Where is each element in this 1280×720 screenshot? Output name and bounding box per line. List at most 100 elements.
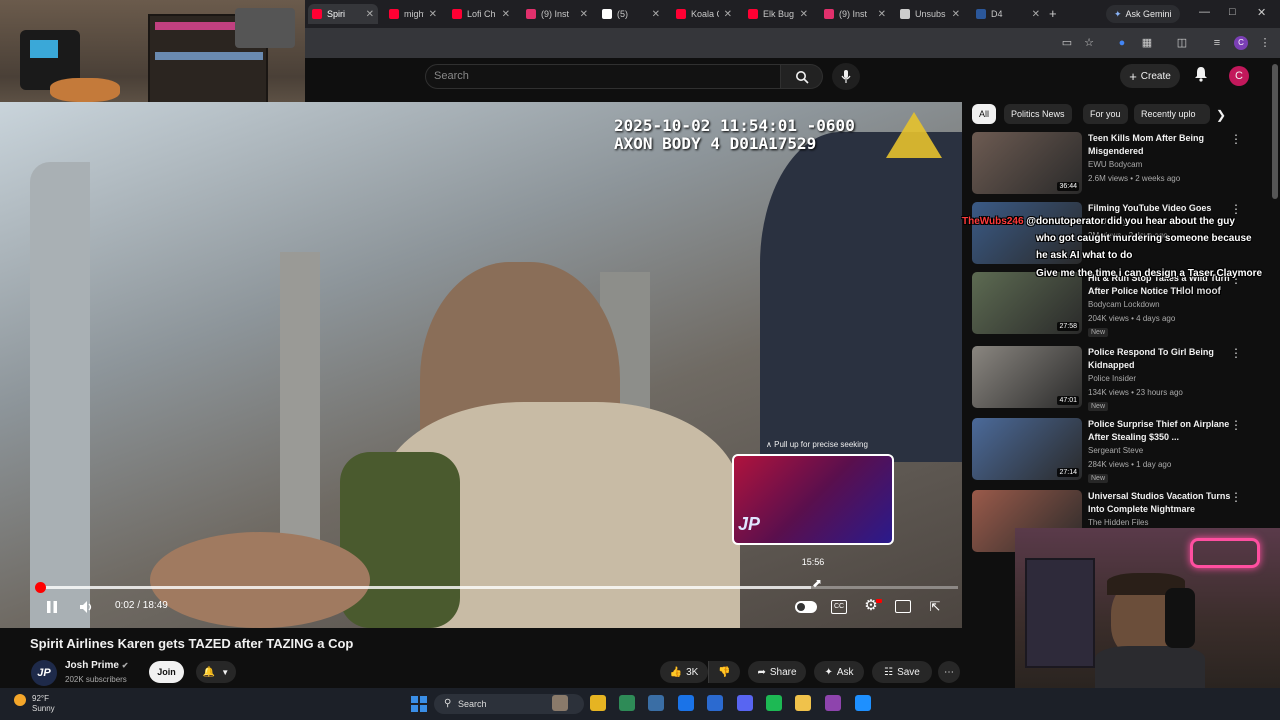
- tab-label: mighty: [404, 9, 424, 19]
- puzzle-icon[interactable]: ▦: [1140, 36, 1154, 50]
- create-button[interactable]: + Create: [1120, 64, 1180, 88]
- close-tab-icon[interactable]: ✕: [429, 9, 437, 20]
- minimize-icon[interactable]: —: [1199, 6, 1210, 18]
- close-tab-icon[interactable]: ✕: [800, 9, 808, 20]
- sidebar-icon[interactable]: ◫: [1175, 36, 1189, 50]
- browser-tab[interactable]: mighty ✕: [385, 4, 441, 24]
- recommendation-title[interactable]: Universal Studios Vacation Turns Into Co…: [1088, 490, 1238, 516]
- share-button[interactable]: ➦ Share: [748, 661, 806, 683]
- recommendation-channel[interactable]: The Hidden Files: [1088, 518, 1148, 527]
- more-actions-icon[interactable]: ⋯: [938, 661, 960, 683]
- new-tab-button[interactable]: +: [1049, 6, 1057, 21]
- close-tab-icon[interactable]: ✕: [366, 9, 374, 20]
- close-tab-icon[interactable]: ✕: [580, 9, 588, 20]
- browser-tab[interactable]: Unsubs ✕: [896, 4, 964, 24]
- recommendation-title[interactable]: Filming YouTube Video Goes: [1088, 202, 1238, 215]
- chip-politics-news[interactable]: Politics News: [1004, 104, 1072, 124]
- join-button[interactable]: Join: [149, 661, 184, 683]
- taskbar-app-icon[interactable]: [795, 695, 811, 711]
- menu-kebab-icon[interactable]: ⋮: [1258, 36, 1272, 50]
- extension-icon[interactable]: ●: [1115, 36, 1129, 50]
- browser-tab[interactable]: (9) Inst ✕: [820, 4, 890, 24]
- more-options-icon[interactable]: ⋮: [1230, 490, 1242, 504]
- progress-scrubber-handle[interactable]: [35, 582, 46, 593]
- recommendation-title[interactable]: Police Respond To Girl Being Kidnapped: [1088, 346, 1238, 372]
- close-window-icon[interactable]: ✕: [1257, 6, 1266, 19]
- recommendation-title[interactable]: Teen Kills Mom After Being Misgendered: [1088, 132, 1238, 158]
- close-tab-icon[interactable]: ✕: [878, 9, 886, 20]
- close-tab-icon[interactable]: ✕: [652, 9, 660, 20]
- close-tab-icon[interactable]: ✕: [1032, 9, 1040, 20]
- taskbar-app-icon[interactable]: [855, 695, 871, 711]
- bookmark-star-icon[interactable]: ☆: [1082, 36, 1096, 50]
- miniplayer-icon[interactable]: [895, 600, 911, 613]
- recommendation-channel[interactable]: EWU Bodycam: [1088, 160, 1142, 169]
- taskbar-app-icon[interactable]: [619, 695, 635, 711]
- recommendation-title[interactable]: Police Surprise Thief on Airplane After …: [1088, 418, 1238, 444]
- autoplay-toggle[interactable]: [795, 601, 817, 613]
- browser-tab[interactable]: Elk Bug ✕: [744, 4, 812, 24]
- taskbar-app-icon[interactable]: [707, 695, 723, 711]
- channel-name[interactable]: Josh Prime ✔: [65, 660, 128, 671]
- channel-avatar[interactable]: JP: [31, 660, 57, 686]
- recommendation-channel[interactable]: Police Insider: [1088, 374, 1136, 383]
- browser-tab[interactable]: (5) ✕: [598, 4, 664, 24]
- taskbar-app-icon[interactable]: [648, 695, 664, 711]
- chevron-right-icon[interactable]: ❯: [1216, 108, 1226, 122]
- maximize-icon[interactable]: □: [1229, 6, 1236, 18]
- recommendation-item[interactable]: 47:01 Police Respond To Girl Being Kidnap…: [970, 346, 1270, 412]
- like-button[interactable]: 👍 3K: [660, 661, 708, 683]
- chip-all[interactable]: All: [972, 104, 997, 124]
- subscription-bell-button[interactable]: 🔔 ▼: [196, 661, 236, 683]
- browser-tab[interactable]: D4 ✕: [972, 4, 1044, 24]
- taskbar-app-icon[interactable]: [825, 695, 841, 711]
- taskbar-app-icon[interactable]: [737, 695, 753, 711]
- search-button[interactable]: [781, 64, 823, 89]
- recommendation-item[interactable]: 27:14 Police Surprise Thief on Airplane A…: [970, 418, 1270, 484]
- recommendation-thumbnail[interactable]: 36:44: [972, 132, 1082, 194]
- more-options-icon[interactable]: ⋮: [1230, 346, 1242, 360]
- cast-icon[interactable]: ▭: [1060, 36, 1074, 50]
- page-scrollbar[interactable]: [1272, 64, 1278, 199]
- chip-for-you[interactable]: For you: [1083, 104, 1128, 124]
- more-options-icon[interactable]: ⋮: [1230, 132, 1242, 146]
- account-avatar[interactable]: C: [1229, 66, 1249, 86]
- ask-gemini-button[interactable]: ✦ Ask Gemini: [1106, 5, 1180, 23]
- close-tab-icon[interactable]: ✕: [502, 9, 510, 20]
- reading-list-icon[interactable]: ≡: [1210, 36, 1224, 50]
- close-tab-icon[interactable]: ✕: [952, 9, 960, 20]
- browser-tab[interactable]: (9) Inst ✕: [522, 4, 592, 24]
- search-input[interactable]: Search: [425, 64, 781, 89]
- notifications-bell-icon[interactable]: [1192, 66, 1210, 86]
- voice-search-button[interactable]: [832, 63, 860, 90]
- taskbar-app-icon[interactable]: [552, 695, 568, 711]
- taskbar-app-icon[interactable]: [766, 695, 782, 711]
- recommendation-thumbnail[interactable]: 27:58: [972, 272, 1082, 334]
- browser-tab[interactable]: Lofi Ch ✕: [448, 4, 514, 24]
- taskbar-app-icon[interactable]: [590, 695, 606, 711]
- save-button[interactable]: ☷ Save: [872, 661, 932, 683]
- browser-tab[interactable]: Spiri ✕: [308, 4, 378, 24]
- more-options-icon[interactable]: ⋮: [1230, 418, 1242, 432]
- browser-tab[interactable]: Koala C ✕: [672, 4, 736, 24]
- recommendation-channel[interactable]: Bodycam Lockdown: [1088, 300, 1160, 309]
- captions-icon[interactable]: CC: [831, 600, 847, 614]
- windows-start-icon[interactable]: [411, 696, 427, 712]
- pause-button[interactable]: [44, 600, 60, 616]
- recommendation-thumbnail[interactable]: 27:14: [972, 418, 1082, 480]
- chip-recently-uploaded[interactable]: Recently uplo: [1134, 104, 1210, 124]
- weather-widget[interactable]: 92°F Sunny: [32, 694, 55, 714]
- volume-button[interactable]: [78, 600, 96, 616]
- recommendation-channel[interactable]: Sergeant Steve: [1088, 446, 1143, 455]
- recommendation-item[interactable]: 27:58 Hit & Run Stop Takes a Wild Turn Af…: [970, 272, 1270, 338]
- more-options-icon[interactable]: ⋮: [1230, 202, 1242, 216]
- dislike-button[interactable]: 👎: [708, 661, 740, 683]
- recommendation-item[interactable]: 36:44 Teen Kills Mom After Being Misgende…: [970, 132, 1270, 198]
- taskbar-app-icon[interactable]: [678, 695, 694, 711]
- video-player[interactable]: [0, 102, 962, 628]
- recommendation-thumbnail[interactable]: 47:01: [972, 346, 1082, 408]
- close-tab-icon[interactable]: ✕: [724, 9, 732, 20]
- ask-button[interactable]: ✦ Ask: [814, 661, 864, 683]
- fullscreen-icon[interactable]: ⇱: [927, 599, 943, 615]
- profile-icon[interactable]: C: [1234, 36, 1248, 50]
